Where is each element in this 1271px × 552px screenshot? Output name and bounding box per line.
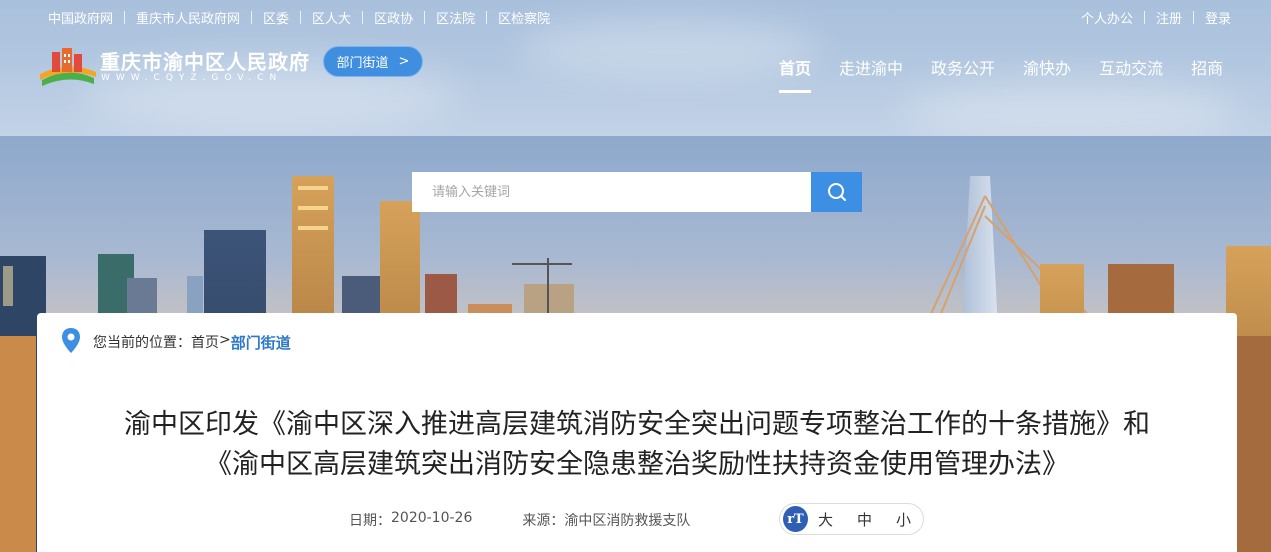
nav-investment[interactable]: 招商	[1191, 55, 1223, 93]
dept-street-button[interactable]: 部门街道 >	[323, 46, 423, 77]
top-link-district-congress[interactable]: 区人大	[312, 8, 351, 27]
font-size-switcher: rT 大 中 小	[779, 503, 924, 535]
top-link-cq-gov[interactable]: 重庆市人民政府网	[136, 8, 240, 27]
breadcrumb-home[interactable]: 首页	[191, 332, 219, 353]
top-link-gov[interactable]: 中国政府网	[48, 8, 113, 27]
article-date: 2020-10-26	[391, 510, 473, 526]
main-nav: 首页 走进渝中 政务公开 渝快办 互动交流 招商	[779, 55, 1251, 93]
top-bar: 中国政府网 重庆市人民政府网 区委 区人大 区政协 区法院 区检察院 个人办公 …	[0, 0, 1271, 32]
breadcrumb-current[interactable]: 部门街道	[231, 332, 291, 353]
font-size-icon: rT	[783, 506, 808, 532]
register-link[interactable]: 注册	[1156, 8, 1182, 27]
login-link[interactable]: 登录	[1205, 8, 1231, 27]
article-title-line2: 《渝中区高层建筑突出消防安全隐患整治奖励性扶持资金使用管理办法》	[205, 449, 1069, 480]
nav-home[interactable]: 首页	[779, 55, 812, 93]
chevron-right-icon: >	[398, 54, 410, 69]
site-domain: WWW.CQYZ.GOV.CN	[101, 73, 283, 83]
location-pin-icon	[62, 328, 80, 353]
breadcrumb-separator: >	[219, 332, 231, 348]
font-size-medium[interactable]: 中	[857, 509, 872, 530]
font-size-small[interactable]: 小	[896, 509, 911, 530]
article-source: 渝中区消防救援支队	[564, 513, 691, 529]
nav-gov-affairs[interactable]: 政务公开	[931, 55, 995, 93]
article-title: 渝中区印发《渝中区深入推进高层建筑消防安全突出问题专项整治工作的十条措施》和 《…	[37, 405, 1237, 485]
top-link-district-cppcc[interactable]: 区政协	[374, 8, 413, 27]
site-logo-icon[interactable]	[38, 44, 98, 88]
nav-interaction[interactable]: 互动交流	[1099, 55, 1163, 93]
site-title[interactable]: 重庆市渝中区人民政府	[100, 46, 310, 75]
search-icon	[827, 183, 846, 201]
search-input[interactable]	[412, 172, 811, 212]
article-card: 您当前的位置： 首页 > 部门街道 渝中区印发《渝中区深入推进高层建筑消防安全突…	[37, 313, 1237, 552]
article-meta: 日期： 2020-10-26 来源： 渝中区消防救援支队	[349, 510, 690, 530]
font-size-large[interactable]: 大	[818, 509, 833, 530]
source-label: 来源：	[522, 513, 565, 529]
user-links: 个人办公 注册 登录	[1081, 8, 1231, 27]
breadcrumb-prefix: 您当前的位置：	[93, 335, 191, 351]
top-link-district-court[interactable]: 区法院	[436, 8, 475, 27]
top-link-district-procuratorate[interactable]: 区检察院	[498, 8, 550, 27]
search-button[interactable]	[811, 172, 862, 212]
breadcrumb: 您当前的位置： 首页 > 部门街道	[93, 332, 291, 353]
nav-yukuaiban[interactable]: 渝快办	[1023, 55, 1071, 93]
dept-button-label: 部门街道	[336, 56, 389, 71]
article-title-line1: 渝中区印发《渝中区深入推进高层建筑消防安全突出问题专项整治工作的十条措施》和	[124, 409, 1150, 440]
top-links: 中国政府网 重庆市人民政府网 区委 区人大 区政协 区法院 区检察院	[48, 8, 550, 27]
top-link-district-committee[interactable]: 区委	[263, 8, 289, 27]
nav-about-yuzhong[interactable]: 走进渝中	[839, 55, 903, 93]
date-label: 日期：	[349, 513, 391, 529]
personal-office-link[interactable]: 个人办公	[1081, 8, 1133, 27]
